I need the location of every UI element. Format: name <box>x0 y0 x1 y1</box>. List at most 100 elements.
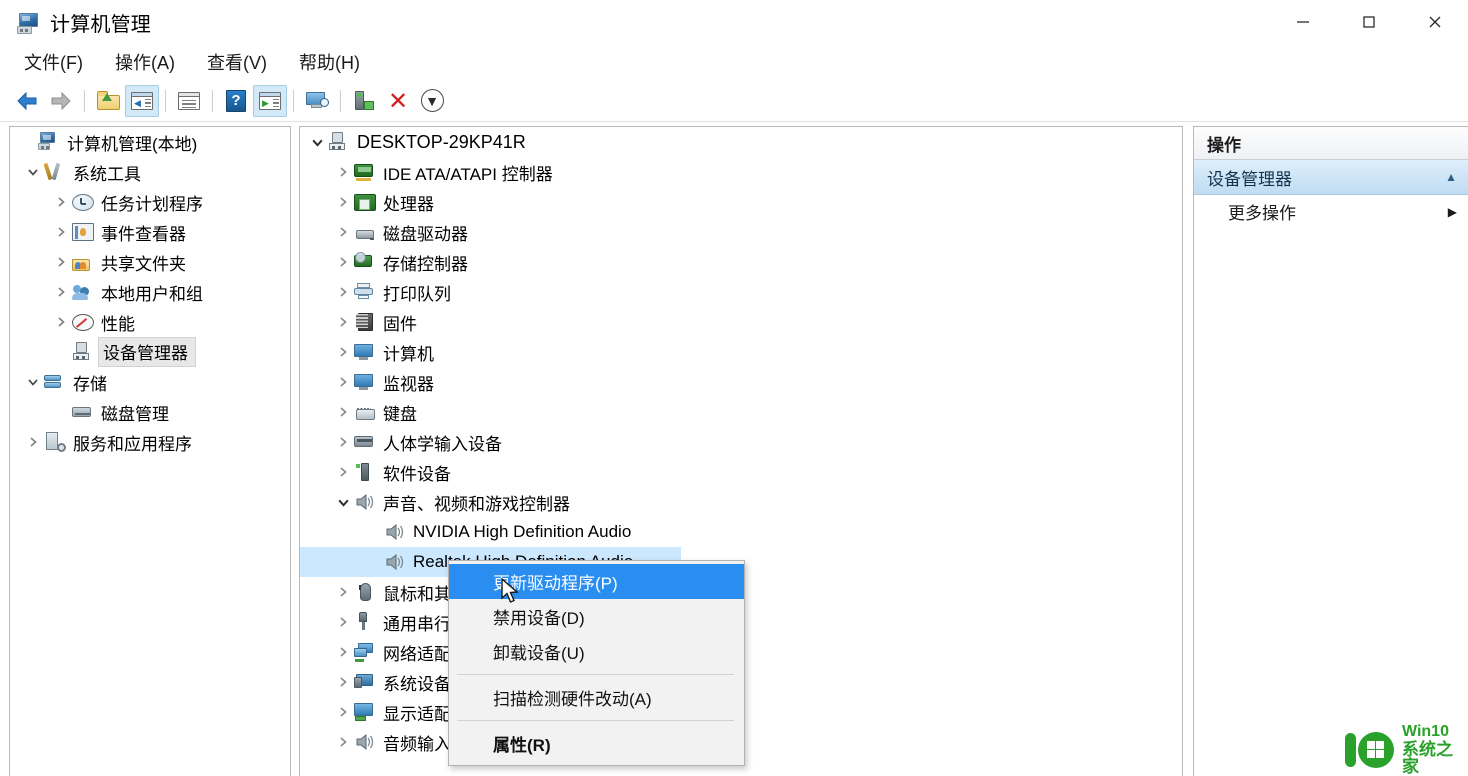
chevron-right-icon[interactable] <box>332 316 354 328</box>
sidebar-item-computer-management[interactable]: 计算机管理(本地) <box>10 127 290 157</box>
sidebar-item-device-manager[interactable]: 设备管理器 <box>10 337 290 367</box>
sidebar-item-storage[interactable]: 存储 <box>10 367 290 397</box>
device-category-keyboards[interactable]: 键盘 <box>300 397 1182 427</box>
close-button[interactable] <box>1402 0 1468 44</box>
chevron-right-icon[interactable] <box>50 286 72 298</box>
device-category-monitors[interactable]: 监视器 <box>300 367 1182 397</box>
show-hide-console-tree-button[interactable]: ◀ <box>125 84 159 117</box>
chevron-right-icon[interactable] <box>332 196 354 208</box>
chevron-right-icon[interactable] <box>332 466 354 478</box>
printer-icon <box>354 282 376 302</box>
chevron-right-icon[interactable] <box>332 436 354 448</box>
chevron-right-icon[interactable] <box>22 436 44 448</box>
device-context-menu[interactable]: 更新驱动程序(P) 禁用设备(D) 卸载设备(U) 扫描检测硬件改动(A) 属性… <box>448 560 745 766</box>
maximize-button[interactable] <box>1336 0 1402 44</box>
device-category-hid[interactable]: 人体学输入设备 <box>300 427 1182 457</box>
device-category-storage-controllers[interactable]: 存储控制器 <box>300 247 1182 277</box>
chevron-right-icon[interactable] <box>50 196 72 208</box>
context-menu-item-uninstall-device[interactable]: 卸载设备(U) <box>449 634 744 669</box>
show-action-pane-icon: ▶ <box>259 91 281 110</box>
forward-button[interactable] <box>44 85 78 117</box>
chevron-up-icon[interactable]: ▲ <box>1445 170 1457 184</box>
menu-file[interactable]: 文件(F) <box>14 46 93 78</box>
device-item-label: NVIDIA High Definition Audio <box>413 522 632 541</box>
device-category-label: 存储控制器 <box>383 254 468 274</box>
device-category-sound-video-game[interactable]: 声音、视频和游戏控制器 <box>300 487 1182 517</box>
device-category-disk-drives[interactable]: 磁盘驱动器 <box>300 217 1182 247</box>
action-pane-header: 操作 <box>1194 127 1468 160</box>
chevron-right-icon[interactable] <box>332 586 354 598</box>
chevron-down-icon[interactable] <box>22 376 44 388</box>
chevron-right-icon[interactable] <box>332 616 354 628</box>
download-circle-icon: ▼ <box>420 89 444 112</box>
chevron-right-icon[interactable]: ▶ <box>1448 205 1457 219</box>
device-category-label: 计算机 <box>383 344 434 364</box>
device-category-label: 处理器 <box>383 194 434 214</box>
up-one-level-button[interactable] <box>91 85 125 117</box>
console-tree-panel[interactable]: 计算机管理(本地) 系统工具 任务计划程序 事件查看器 共享文件夹 本地用户和组… <box>9 126 291 776</box>
sidebar-item-performance[interactable]: 性能 <box>10 307 290 337</box>
sidebar-item-disk-management[interactable]: 磁盘管理 <box>10 397 290 427</box>
chevron-down-icon[interactable] <box>306 136 328 149</box>
context-menu-item-scan-hardware-changes[interactable]: 扫描检测硬件改动(A) <box>449 680 744 715</box>
device-category-firmware[interactable]: 固件 <box>300 307 1182 337</box>
show-hide-action-pane-button[interactable]: ▶ <box>253 84 287 117</box>
device-node-root[interactable]: DESKTOP-29KP41R <box>300 127 1182 157</box>
back-button[interactable] <box>10 85 44 117</box>
properties-button[interactable] <box>172 85 206 117</box>
chevron-right-icon[interactable] <box>332 346 354 358</box>
device-item-nvidia-audio[interactable]: NVIDIA High Definition Audio <box>300 517 1182 547</box>
device-category-label: 软件设备 <box>383 464 451 484</box>
device-category-ide[interactable]: IDE ATA/ATAPI 控制器 <box>300 157 1182 187</box>
chevron-down-icon[interactable] <box>332 496 354 509</box>
context-menu-item-properties[interactable]: 属性(R) <box>449 726 744 761</box>
chevron-right-icon[interactable] <box>332 166 354 178</box>
device-node-label: DESKTOP-29KP41R <box>357 131 526 152</box>
sidebar-item-local-users-groups[interactable]: 本地用户和组 <box>10 277 290 307</box>
menu-help[interactable]: 帮助(H) <box>289 46 370 78</box>
menu-view[interactable]: 查看(V) <box>197 46 277 78</box>
sidebar-item-event-viewer[interactable]: 事件查看器 <box>10 217 290 247</box>
menu-action[interactable]: 操作(A) <box>105 46 185 78</box>
users-group-icon <box>72 282 94 302</box>
context-menu-item-disable-device[interactable]: 禁用设备(D) <box>449 599 744 634</box>
sidebar-item-task-scheduler[interactable]: 任务计划程序 <box>10 187 290 217</box>
minimize-button[interactable] <box>1270 0 1336 44</box>
scan-hardware-button[interactable]: ▼ <box>415 85 449 117</box>
chevron-down-icon[interactable] <box>22 166 44 178</box>
chevron-right-icon[interactable] <box>332 646 354 658</box>
action-pane-section-device-manager[interactable]: 设备管理器 ▲ <box>1194 160 1468 195</box>
device-category-software-devices[interactable]: 软件设备 <box>300 457 1182 487</box>
sidebar-item-system-tools[interactable]: 系统工具 <box>10 157 290 187</box>
chevron-right-icon[interactable] <box>332 736 354 748</box>
chevron-right-icon[interactable] <box>50 316 72 328</box>
sidebar-item-label: 事件查看器 <box>101 224 186 244</box>
device-category-computer[interactable]: 计算机 <box>300 337 1182 367</box>
help-button[interactable]: ? <box>219 85 253 117</box>
context-menu-item-update-driver[interactable]: 更新驱动程序(P) <box>449 564 744 599</box>
keyboard-icon <box>354 402 376 422</box>
chevron-right-icon[interactable] <box>332 256 354 268</box>
uninstall-device-button[interactable]: ✕ <box>381 85 415 117</box>
watermark-line2: 系统之家 <box>1402 739 1453 776</box>
device-category-processors[interactable]: 处理器 <box>300 187 1182 217</box>
chevron-right-icon[interactable] <box>332 286 354 298</box>
device-category-label: 监视器 <box>383 374 434 394</box>
chevron-right-icon[interactable] <box>332 376 354 388</box>
chevron-right-icon[interactable] <box>332 226 354 238</box>
sidebar-item-shared-folders[interactable]: 共享文件夹 <box>10 247 290 277</box>
chevron-right-icon[interactable] <box>50 226 72 238</box>
chevron-right-icon[interactable] <box>50 256 72 268</box>
action-item-label: 更多操作 <box>1228 204 1296 223</box>
action-item-more-actions[interactable]: 更多操作 ▶ <box>1194 195 1468 228</box>
update-driver-button[interactable] <box>347 85 381 117</box>
chevron-right-icon[interactable] <box>332 706 354 718</box>
sidebar-item-services-and-applications[interactable]: 服务和应用程序 <box>10 427 290 457</box>
chevron-right-icon[interactable] <box>332 406 354 418</box>
device-category-print-queues[interactable]: 打印队列 <box>300 277 1182 307</box>
window-controls <box>1270 0 1468 44</box>
refresh-view-button[interactable] <box>300 85 334 117</box>
toolbar: ◀ ? ▶ ✕ ▼ <box>0 80 1468 122</box>
device-category-label: 人体学输入设备 <box>383 434 502 454</box>
chevron-right-icon[interactable] <box>332 676 354 688</box>
